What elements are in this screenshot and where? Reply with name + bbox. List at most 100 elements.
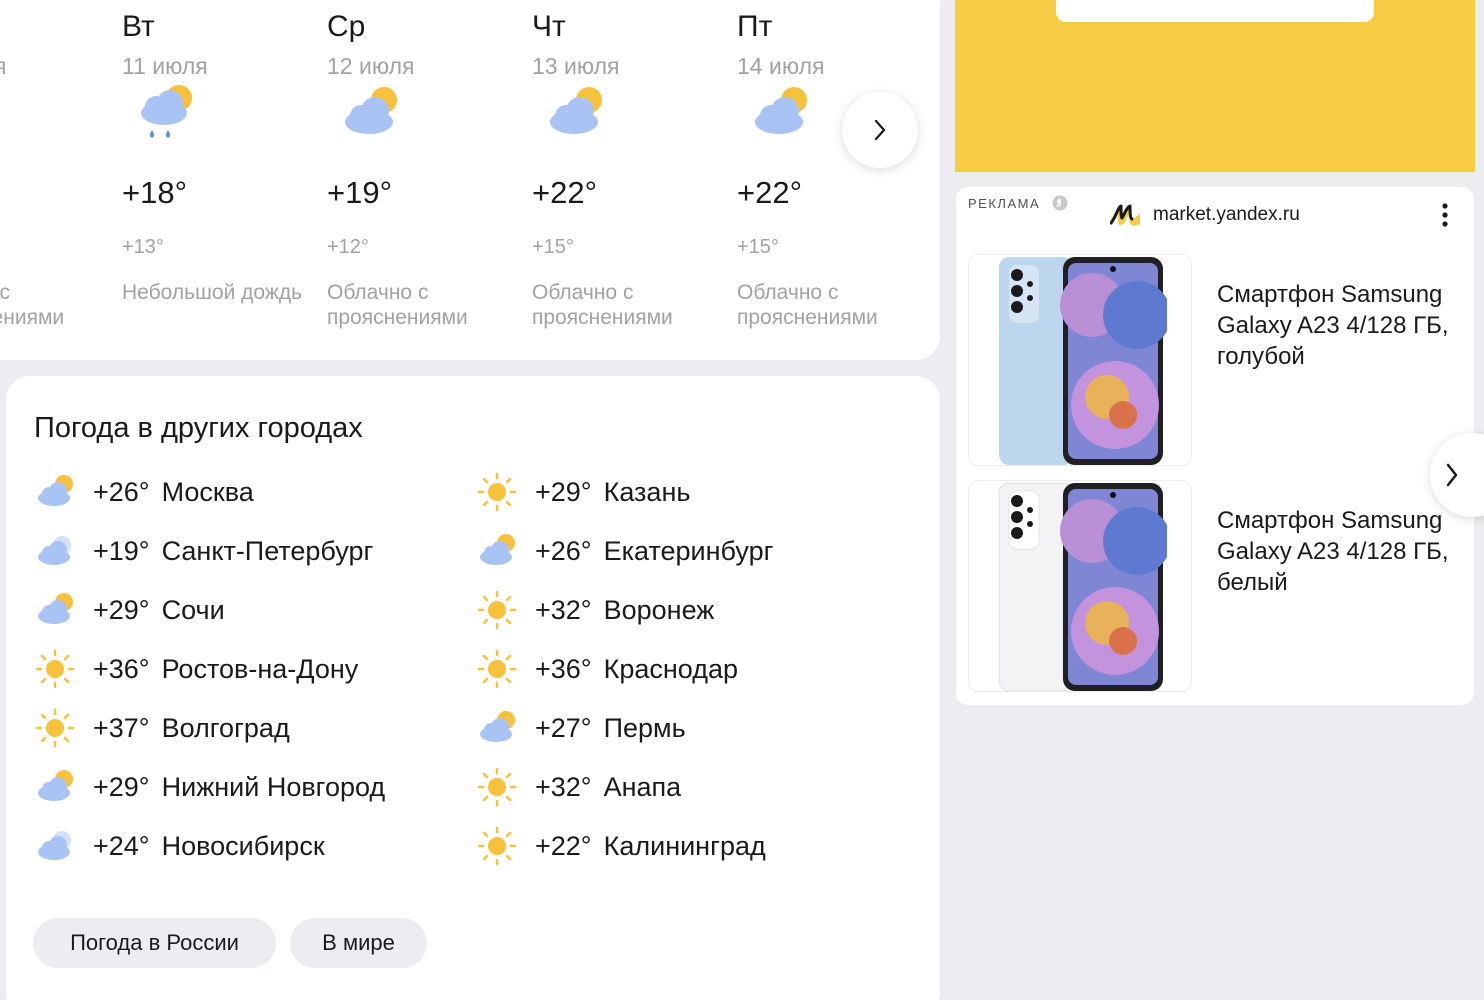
city-row[interactable]: +29° Сочи (33, 588, 225, 632)
sun-icon (477, 826, 517, 866)
ad-label: РЕКЛАМА (968, 196, 1041, 211)
city-row[interactable]: +29° Нижний Новгород (33, 765, 385, 809)
chevron-right-icon (874, 119, 886, 141)
day-condition: Облачно с прояснениями (737, 281, 878, 329)
day-high-temp: +18° (122, 175, 187, 210)
day-name: Вт (122, 10, 155, 43)
city-name: Калининград (603, 830, 766, 861)
ad-domain[interactable]: market.yandex.ru (1153, 204, 1300, 226)
city-temp: +22° (535, 830, 592, 861)
sun-icon (477, 590, 517, 630)
yandex-info-icon[interactable] (1052, 195, 1068, 211)
ad-banner[interactable] (955, 0, 1475, 172)
day-name: Пт (737, 10, 773, 43)
day-low-temp: +15° (737, 236, 779, 258)
sun-icon (35, 649, 75, 689)
city-name: Пермь (603, 712, 686, 743)
city-row[interactable]: +26° Екатеринбург (475, 529, 773, 573)
ad-product[interactable]: Смартфон Samsung Galaxy A23 4/128 ГБ, го… (968, 254, 1458, 466)
weather-in-world-button[interactable]: В мире (290, 918, 427, 968)
city-temp: +29° (93, 594, 150, 625)
partly-cloudy-icon (335, 78, 407, 150)
city-name: Анапа (603, 771, 682, 802)
city-row[interactable]: +19° Санкт-Петербург (33, 529, 373, 573)
day-date: 13 июля (532, 53, 620, 79)
other-cities-title: Погода в других городах (34, 412, 363, 444)
city-temp: +36° (535, 653, 592, 684)
other-cities-card: Погода в других городах +26° Москва +19° С… (6, 376, 940, 1000)
city-row[interactable]: +36° Ростов-на-Дону (33, 647, 358, 691)
day-name: Чт (532, 10, 566, 43)
more-options-icon[interactable] (1434, 199, 1456, 231)
product-title: Смартфон Samsung Galaxy A23 4/128 ГБ, го… (1217, 281, 1449, 370)
city-name: Новосибирск (161, 830, 325, 861)
city-row[interactable]: +36° Краснодар (475, 647, 738, 691)
city-name: Екатеринбург (603, 535, 774, 566)
city-row[interactable]: +29° Казань (475, 470, 690, 514)
city-row[interactable]: +32° Анапа (475, 765, 681, 809)
city-name: Казань (603, 476, 691, 507)
cloudy-icon (38, 831, 71, 860)
sun-icon (477, 472, 517, 512)
city-name: Санкт-Петербург (161, 535, 374, 566)
weather-in-russia-button[interactable]: Погода в России (33, 918, 276, 968)
banner-button[interactable] (1056, 0, 1374, 22)
day-date: 14 июля (737, 53, 825, 79)
city-name: Волгоград (161, 712, 290, 743)
sun-icon (477, 767, 517, 807)
city-name: Воронеж (603, 594, 715, 625)
city-temp: +29° (535, 476, 592, 507)
city-row[interactable]: +26° Москва (33, 470, 254, 514)
sun-icon (35, 708, 75, 748)
product-image-frame (968, 254, 1192, 466)
product-image (999, 257, 1167, 465)
city-row[interactable]: +24° Новосибирск (33, 824, 325, 868)
partly-cloudy-icon (540, 78, 612, 150)
day-high-temp: +19° (327, 175, 392, 210)
city-temp: +32° (535, 594, 592, 625)
product-image (998, 482, 1167, 692)
partly-cloudy-icon (745, 78, 817, 150)
day-low-temp: +13° (122, 236, 164, 258)
partly-cloudy-icon (480, 534, 515, 565)
rain-icon (130, 78, 202, 150)
chevron-right-icon (1446, 463, 1458, 487)
city-name: Краснодар (603, 653, 738, 684)
forecast-card: я о с нениями Вт 11 июля +18° +13° Небол… (0, 0, 940, 360)
partial-day-condition-line2: нениями (0, 306, 65, 329)
city-name: Ростов-на-Дону (161, 653, 359, 684)
ad-product[interactable]: Смартфон Samsung Galaxy A23 4/128 ГБ, бе… (968, 480, 1458, 692)
day-low-temp: +15° (532, 236, 574, 258)
city-row[interactable]: +37° Волгоград (33, 706, 290, 750)
day-date: 12 июля (327, 53, 415, 79)
next-days-button[interactable] (842, 92, 918, 168)
partly-cloudy-icon (38, 475, 73, 506)
partly-cloudy-icon (480, 711, 515, 742)
day-condition: Облачно с прояснениями (532, 281, 673, 329)
day-condition: Облачно с прояснениями (327, 281, 468, 329)
product-title: Смартфон Samsung Galaxy A23 4/128 ГБ, бе… (1217, 507, 1449, 596)
city-temp: +29° (93, 771, 150, 802)
day-high-temp: +22° (532, 175, 597, 210)
city-temp: +32° (535, 771, 592, 802)
city-temp: +19° (93, 535, 150, 566)
city-name: Москва (161, 476, 254, 507)
city-temp: +24° (93, 830, 150, 861)
day-low-temp: +12° (327, 236, 369, 258)
day-name: Ср (327, 10, 366, 43)
city-temp: +36° (93, 653, 150, 684)
day-date: 11 июля (122, 53, 208, 79)
partly-cloudy-icon (38, 593, 73, 624)
city-temp: +26° (93, 476, 150, 507)
city-row[interactable]: +32° Воронеж (475, 588, 714, 632)
partial-day-condition-line1: о с (0, 281, 11, 304)
city-name: Нижний Новгород (161, 771, 386, 802)
city-row[interactable]: +27° Пермь (475, 706, 686, 750)
city-temp: +26° (535, 535, 592, 566)
yandex-market-logo-icon (1110, 204, 1140, 226)
day-condition: Небольшой дождь (122, 281, 303, 304)
product-image-frame (968, 480, 1192, 692)
city-temp: +37° (93, 712, 150, 743)
city-temp: +27° (535, 712, 592, 743)
city-row[interactable]: +22° Калининград (475, 824, 766, 868)
